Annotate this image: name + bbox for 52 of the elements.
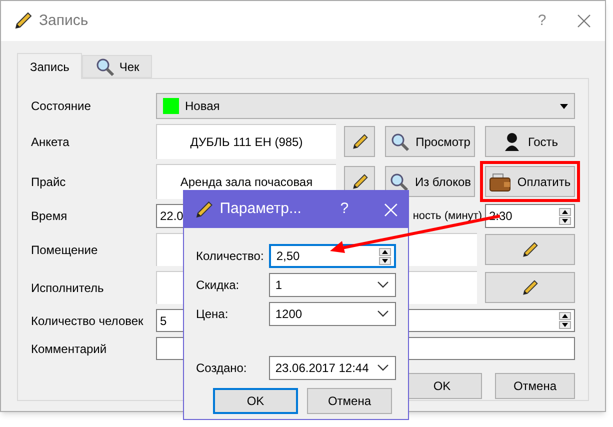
combo-box[interactable]: 1200	[269, 302, 396, 326]
wallet-icon	[489, 172, 512, 192]
pencil-icon	[350, 132, 368, 150]
status-dropdown[interactable]: Новая	[156, 93, 575, 119]
pencil-icon	[350, 172, 368, 190]
tab[interactable]: Чек	[82, 55, 152, 78]
spin-arrows-icon[interactable]	[379, 248, 391, 264]
status-value: Новая	[185, 98, 221, 115]
pencil-icon	[521, 240, 539, 258]
spin-arrows-icon[interactable]	[559, 208, 571, 224]
field-label: Создано:	[196, 360, 248, 377]
search-icon	[95, 56, 116, 76]
chevron-icon	[377, 364, 389, 372]
pencil-icon	[194, 200, 214, 220]
duration-label: ность (минут)	[412, 208, 483, 224]
combo-box[interactable]: 23.06.2017 12:44	[269, 356, 396, 380]
field-label: Количество человек	[31, 312, 144, 330]
field-label: Количество:	[196, 248, 265, 265]
dialog-button[interactable]: Отмена	[495, 373, 575, 399]
field-label: Скидка:	[196, 277, 240, 294]
field-label: Комментарий	[31, 340, 108, 358]
help-button[interactable]: ?	[527, 10, 557, 32]
spin-arrows-icon[interactable]	[559, 312, 571, 329]
pay-button[interactable]: Оплатить	[485, 166, 575, 197]
field-label: Цена:	[196, 306, 230, 323]
chevron-icon	[377, 281, 389, 289]
pencil-icon	[521, 278, 539, 296]
view-button[interactable]: Просмотр	[385, 126, 475, 157]
dialog-button[interactable]: OK	[213, 388, 298, 414]
pencil-icon	[13, 11, 33, 31]
chevron-icon	[377, 310, 389, 318]
field-label: Помещение	[31, 242, 99, 258]
window-title: Запись	[39, 10, 90, 31]
dialog-button[interactable]: Отмена	[307, 388, 392, 414]
dialog-title: Параметр...	[220, 199, 302, 220]
lookup-field[interactable]: ДУБЛЬ 111 ЕН (985)	[156, 124, 336, 159]
combo-box[interactable]: 1	[269, 273, 396, 297]
help-button[interactable]: ?	[324, 198, 364, 221]
dropdown-arrow-icon	[560, 104, 568, 108]
search-icon	[390, 132, 410, 152]
field-label: Анкета	[31, 134, 70, 150]
field-label: Время	[31, 208, 68, 225]
tab[interactable]: Запись	[17, 53, 82, 79]
field-label: Состояние	[31, 98, 92, 115]
quantity-spinbox[interactable]: 2,50	[269, 244, 396, 268]
close-icon[interactable]	[577, 14, 591, 28]
field-label: Исполнитель	[31, 280, 105, 296]
guest-button[interactable]: Гость	[485, 126, 575, 157]
search-icon	[388, 172, 409, 192]
view-button[interactable]: Из блоков	[385, 166, 475, 197]
edit-button[interactable]	[344, 126, 375, 157]
field-label: Прайс	[31, 174, 67, 190]
